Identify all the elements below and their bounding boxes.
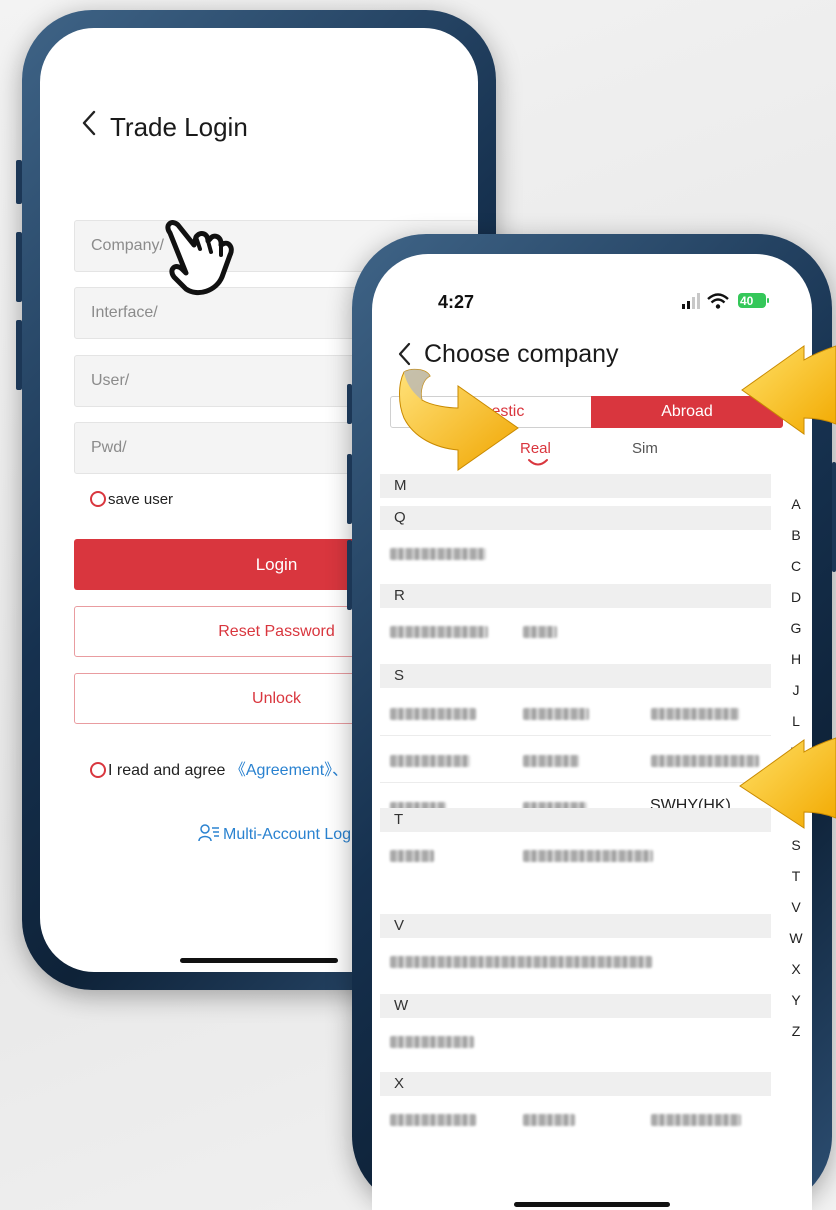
blurred-company-name [390,548,486,560]
section-header: V [380,914,771,938]
index-letter[interactable]: X [786,961,806,977]
list-item[interactable] [380,1018,771,1064]
blurred-company-name [390,956,652,968]
section-header: T [380,808,771,832]
index-letter[interactable]: D [786,589,806,605]
status-time: 4:27 [438,292,475,312]
mute-switch [16,160,22,204]
blurred-company-name [390,1114,476,1126]
back-chevron-icon[interactable] [396,342,414,366]
index-letter[interactable]: Z [786,1023,806,1039]
section-header: X [380,1072,771,1096]
list-item[interactable] [380,737,771,783]
blurred-company-name [390,626,488,638]
list-item[interactable] [380,690,771,736]
section-header: W [380,994,771,1018]
back-chevron-icon[interactable] [80,110,100,136]
mute-switch [347,384,352,424]
arrow-real-icon [399,368,519,471]
section-header: Q [380,506,771,530]
arrow-swhy-icon [739,737,836,829]
index-letter[interactable]: W [786,930,806,946]
agreement-checkbox[interactable]: I read and agree 《Agreement》、 [90,756,348,780]
blurred-company-name [523,755,579,767]
page-title: Choose company [424,340,619,368]
index-letter[interactable]: Y [786,992,806,1008]
blurred-company-name [390,850,434,862]
page-title: Trade Login [110,112,248,142]
power-button [832,462,836,572]
save-user-checkbox[interactable]: save user [90,491,173,508]
tab-real[interactable]: Real [520,440,551,457]
volume-down-button [16,320,22,390]
list-item[interactable] [380,608,771,654]
multi-account-label: Multi-Account Login [223,826,364,843]
arrow-abroad-icon [741,345,836,435]
index-letter[interactable]: T [786,868,806,884]
multi-account-icon [198,824,219,842]
index-letter[interactable]: J [786,682,806,698]
radio-circle-icon [90,762,106,778]
blurred-company-name [651,708,739,720]
blurred-company-name [523,626,557,638]
list-item[interactable] [380,832,771,878]
blurred-company-name [390,708,476,720]
home-indicator [180,958,338,963]
battery-level: 40 [740,294,754,308]
section-header: R [380,584,771,608]
blurred-company-name [651,1114,741,1126]
active-tab-indicator-icon [528,459,548,466]
section-header: M [380,474,771,498]
status-icons [682,293,769,309]
index-letter[interactable]: H [786,651,806,667]
index-letter[interactable]: A [786,496,806,512]
section-header: S [380,664,771,688]
tab-sim[interactable]: Sim [632,440,658,457]
index-letter[interactable]: C [786,558,806,574]
radio-circle-icon [90,491,106,507]
volume-up-button [16,232,22,302]
signal-icon [682,293,700,309]
blurred-company-name [523,1114,575,1126]
wifi-icon [707,293,729,309]
pointing-hand-icon [165,220,234,295]
volume-down-button [347,540,352,610]
blurred-company-name [390,1036,474,1048]
home-indicator [514,1202,670,1207]
index-letter[interactable]: V [786,899,806,915]
list-item[interactable] [380,530,771,576]
index-letter[interactable]: S [786,837,806,853]
volume-up-button [347,454,352,524]
blurred-company-name [523,850,653,862]
index-letter[interactable]: G [786,620,806,636]
list-item[interactable] [380,1096,771,1142]
blurred-company-name [390,755,470,767]
agree-text: I read and agree [108,762,230,779]
blurred-company-name [523,708,589,720]
index-letter[interactable]: L [786,713,806,729]
list-item[interactable] [380,938,771,984]
index-letter[interactable]: B [786,527,806,543]
agreement-link[interactable]: 《Agreement》、 [230,762,348,779]
save-user-label: save user [108,491,174,508]
multi-account-login-link[interactable]: Multi-Account Login [198,824,364,844]
